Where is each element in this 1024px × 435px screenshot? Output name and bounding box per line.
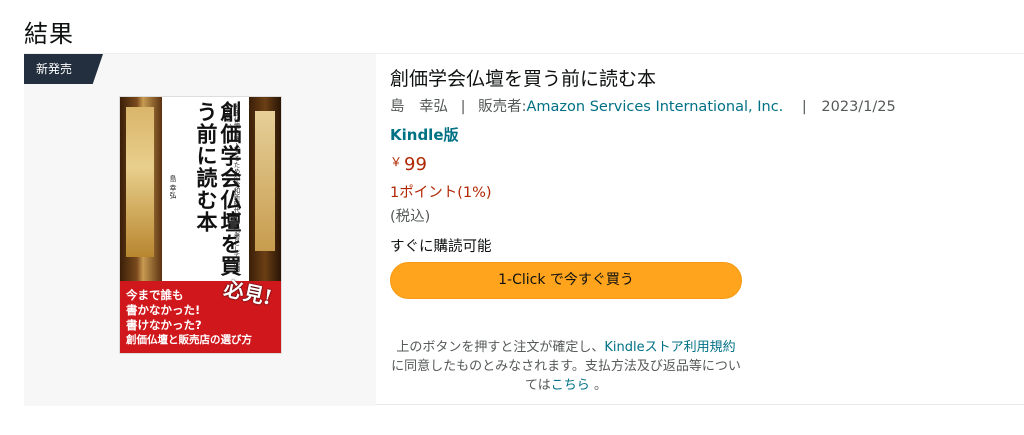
availability-status: すぐに購読可能 [390, 239, 492, 255]
kindle-store-terms-link[interactable]: Kindleストア利用規約 [604, 340, 735, 355]
payment-returns-info-link[interactable]: こちら [551, 378, 590, 393]
cover-author: 島 幸弘 [169, 175, 177, 199]
notice-text: 。 [593, 378, 607, 393]
product-image-panel[interactable]: 新発売 創価学会仏壇を買う前に読む本 創価仏壇を購入するための令和新時代の手引書… [24, 54, 376, 406]
seller-prefix: 販売者: [478, 99, 527, 115]
butsudan-right-image [249, 97, 281, 281]
points-earned: 1ポイント(1%) [390, 185, 492, 201]
product-title-link[interactable]: 創価学会仏壇を買う前に読む本 [390, 64, 656, 91]
cover-subtitle: 創価仏壇を購入するための令和新時代の手引書として活用ください [224, 103, 240, 272]
one-click-buy-button[interactable]: 1-Click で今すぐ買う [390, 262, 742, 299]
price[interactable]: ￥ 99 [390, 153, 427, 175]
butsudan-left-image [120, 97, 162, 281]
notice-text: 上のボタンを押すと注文が確定し、 [396, 340, 605, 355]
cover-band-line: 書けなかった? [126, 318, 202, 332]
book-cover-image[interactable]: 創価学会仏壇を買う前に読む本 創価仏壇を購入するための令和新時代の手引書として活… [119, 96, 282, 354]
page-title: 結果 [24, 20, 74, 48]
seller-link[interactable]: Amazon Services International, Inc. [527, 99, 784, 115]
price-value: 99 [404, 154, 427, 175]
purchase-terms-notice: 上のボタンを押すと注文が確定し、Kindleストア利用規約 に同意したものとみな… [390, 338, 742, 395]
cover-band-line: 創価仏壇と販売店の選び方 [126, 334, 252, 346]
tax-included-note: (税込) [390, 209, 431, 225]
author-name: 島 幸弘 [390, 99, 448, 115]
search-result-card: 新発売 創価学会仏壇を買う前に読む本 創価仏壇を購入するための令和新時代の手引書… [24, 53, 1024, 406]
format-link-kindle[interactable]: Kindle版 [390, 124, 459, 145]
publication-date: 2023/1/25 [821, 99, 896, 115]
byline-separator: | [801, 99, 807, 115]
byline-separator: | [460, 99, 466, 115]
byline: 島 幸弘 | 販売者:Amazon Services International… [390, 95, 896, 116]
new-release-badge: 新発売 [24, 54, 103, 84]
currency-symbol: ￥ [390, 155, 403, 169]
